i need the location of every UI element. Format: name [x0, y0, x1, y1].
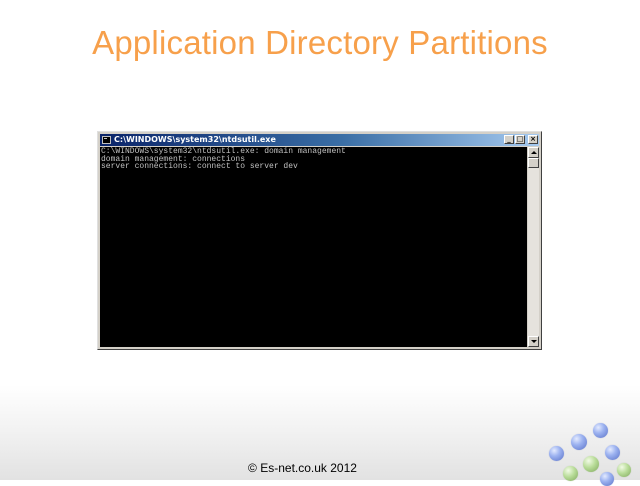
slide-title: Application Directory Partitions	[92, 24, 548, 61]
minimize-button[interactable]: _	[504, 135, 514, 144]
console-output[interactable]: C:\WINDOWS\system32\ntdsutil.exe: domain…	[100, 147, 527, 347]
console-window-icon[interactable]	[102, 136, 111, 144]
decorative-dot	[617, 463, 631, 477]
scroll-down-button[interactable]	[528, 336, 539, 347]
decorative-dot	[605, 445, 620, 460]
console-line: server connections: connect to server de…	[101, 162, 298, 171]
window-controls: _ □ ×	[504, 135, 538, 144]
console-window: C:\WINDOWS\system32\ntdsutil.exe _ □ × C…	[97, 131, 542, 350]
triangle-up-icon	[531, 151, 537, 154]
scroll-up-button[interactable]	[528, 147, 539, 158]
decorative-dot	[593, 423, 608, 438]
vertical-scrollbar[interactable]	[528, 147, 539, 347]
close-button[interactable]: ×	[528, 135, 538, 144]
window-title: C:\WINDOWS\system32\ntdsutil.exe	[114, 135, 276, 144]
triangle-down-icon	[531, 340, 537, 343]
window-titlebar[interactable]: C:\WINDOWS\system32\ntdsutil.exe _ □ ×	[100, 134, 539, 146]
copyright-footer: © Es-net.co.uk 2012	[248, 461, 357, 475]
scroll-thumb[interactable]	[528, 158, 539, 168]
maximize-button[interactable]: □	[515, 135, 525, 144]
decorative-dot	[549, 446, 564, 461]
decorative-dot	[571, 434, 587, 450]
